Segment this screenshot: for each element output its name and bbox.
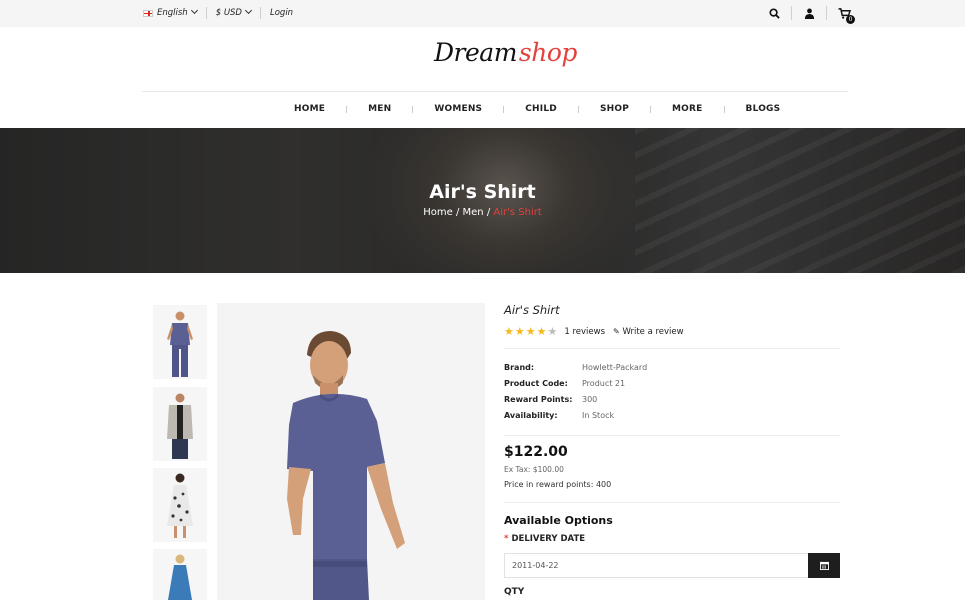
product-thumbnail-2[interactable] — [153, 387, 207, 461]
model-wearing-shirt-image — [287, 331, 405, 600]
delivery-date-input[interactable] — [504, 553, 809, 578]
top-bar-right: 0 — [767, 6, 855, 24]
write-review-label: Write a review — [622, 326, 684, 337]
user-icon[interactable] — [802, 6, 816, 20]
nav-separator — [503, 105, 505, 113]
product-main-image[interactable] — [217, 303, 485, 600]
nav-separator — [723, 105, 725, 113]
spec-product-code: Product Code: Product 21 — [504, 379, 625, 388]
star-filled-icon: ★ — [536, 325, 547, 338]
flag-icon — [143, 9, 153, 17]
login-link[interactable]: Login — [270, 8, 293, 18]
divider — [259, 7, 261, 19]
nav-divider — [142, 91, 848, 92]
product-title: Air's Shirt — [504, 303, 560, 317]
nav-separator — [412, 105, 414, 113]
nav-separator — [346, 105, 348, 113]
cart-count-badge: 0 — [846, 15, 855, 24]
nav-item-blogs[interactable]: BLOGS — [746, 104, 781, 114]
nav-item-home[interactable]: HOME — [294, 104, 325, 114]
spec-label: Brand: — [504, 363, 535, 372]
model-blue-dress-image — [168, 554, 192, 600]
nav-item-men[interactable]: MEN — [368, 104, 391, 114]
top-bar: English $ USD Login 0 — [0, 0, 965, 27]
divider — [504, 502, 840, 503]
calendar-icon — [819, 561, 829, 570]
spec-value: 300 — [582, 395, 598, 404]
nav-item-womens[interactable]: WOMENS — [434, 104, 482, 114]
model-floral-dress-image — [167, 473, 193, 538]
star-filled-icon: ★ — [504, 325, 514, 338]
model-jacket-image — [167, 393, 193, 459]
star-filled-icon: ★ — [525, 325, 536, 338]
divider — [504, 435, 840, 436]
options-heading: Available Options — [504, 514, 613, 527]
spec-availability: Availability: In Stock — [504, 411, 614, 420]
chevron-down-icon — [190, 6, 198, 15]
currency-selector[interactable]: $ USD — [215, 6, 253, 18]
nav-item-shop[interactable]: SHOP — [600, 104, 629, 114]
model-blue-shirt-image — [167, 311, 193, 377]
nav-item-child[interactable]: CHILD — [525, 104, 557, 114]
spec-label: Reward Points: — [504, 395, 573, 404]
product-thumbnail-1[interactable] — [153, 305, 207, 379]
product-thumbnail-4[interactable] — [153, 549, 207, 600]
product-price: $122.00 — [504, 444, 568, 460]
currency-label: $ USD — [215, 8, 242, 18]
product-rating: ★ ★ ★ ★ ★ 1 reviews ✎ Write a review — [504, 325, 684, 338]
language-selector[interactable]: English — [157, 6, 198, 18]
price-ex-tax: Ex Tax: $100.00 — [504, 465, 564, 474]
breadcrumb: Home / Men / Air's Shirt — [0, 207, 965, 218]
star-empty-icon: ★ — [547, 325, 558, 338]
spec-brand: Brand: Howlett-Packard — [504, 363, 647, 372]
price-reward-points: Price in reward points: 400 — [504, 480, 612, 489]
write-review-link[interactable]: ✎ Write a review — [613, 327, 684, 337]
divider — [504, 348, 840, 349]
cart-icon[interactable]: 0 — [837, 6, 855, 24]
site-logo[interactable]: Dream shop — [434, 38, 577, 78]
qty-label: QTY — [504, 587, 525, 597]
product-info-panel: Air's Shirt ★ ★ ★ ★ ★ 1 reviews ✎ Write … — [504, 303, 840, 597]
logo-text-accent: shop — [518, 38, 578, 67]
top-bar-left: English $ USD Login — [143, 6, 293, 19]
divider — [205, 7, 207, 19]
breadcrumb-current: Air's Shirt — [493, 207, 542, 218]
pencil-icon: ✎ — [613, 326, 620, 336]
search-icon[interactable] — [767, 6, 781, 20]
divider — [826, 6, 827, 20]
nav-item-more[interactable]: MORE — [672, 104, 703, 114]
calendar-button[interactable] — [808, 553, 840, 578]
nav-separator — [650, 105, 652, 113]
spec-value: In Stock — [582, 411, 615, 420]
spec-label: Product Code: — [504, 379, 568, 388]
spec-value[interactable]: Howlett-Packard — [582, 363, 647, 372]
spec-label: Availability: — [504, 411, 558, 420]
delivery-date-text: DELIVERY DATE — [511, 534, 586, 544]
product-thumbnail-3[interactable] — [153, 468, 207, 542]
required-asterisk: * — [504, 534, 509, 544]
breadcrumb-home[interactable]: Home — [423, 207, 453, 218]
main-nav: HOME MEN WOMENS CHILD SHOP MORE BLOGS — [294, 104, 780, 114]
nav-separator — [577, 105, 579, 113]
spec-reward-points: Reward Points: 300 — [504, 395, 597, 404]
divider — [791, 6, 792, 20]
language-label: English — [157, 8, 188, 18]
logo-text-primary: Dream — [434, 38, 517, 67]
breadcrumb-men[interactable]: Men — [463, 207, 484, 218]
star-filled-icon: ★ — [514, 325, 525, 338]
chevron-down-icon — [244, 6, 253, 15]
spec-value: Product 21 — [582, 379, 626, 388]
banner-title: Air's Shirt — [429, 181, 536, 203]
reviews-link[interactable]: 1 reviews — [564, 327, 605, 337]
delivery-date-label: * DELIVERY DATE — [504, 534, 585, 544]
